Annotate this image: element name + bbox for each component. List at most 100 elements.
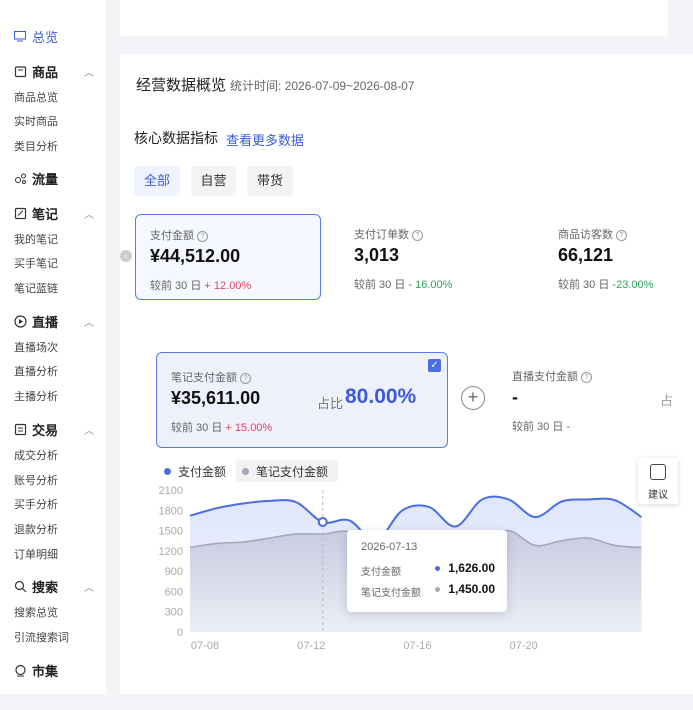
tooltip-row-note-pay: 笔记支付金额 1,450.00 bbox=[361, 582, 495, 599]
nav-overview-label: 总览 bbox=[32, 30, 59, 45]
tab-promotion[interactable]: 带货 bbox=[247, 166, 293, 196]
metric-label: 支付订单数? bbox=[354, 226, 423, 242]
x-tick-label: 07-08 bbox=[191, 640, 219, 652]
note-pay-label: 笔记支付金额? bbox=[171, 369, 251, 385]
y-tick-label: 2100 bbox=[159, 485, 183, 497]
ratio-value: 80.00% bbox=[345, 385, 417, 408]
stat-time: 统计时间: 2026-07-09~2026-08-07 bbox=[230, 77, 414, 94]
y-tick-label: 0 bbox=[177, 627, 183, 639]
live-pay-card[interactable]: 直播支付金额? - 较前 30 日 - 占 bbox=[498, 352, 693, 446]
note-pay-compare: 较前 30 日 + 15.00% bbox=[171, 422, 273, 434]
note-icon bbox=[14, 207, 27, 220]
nav-item-category-analysis[interactable]: 类目分析 bbox=[14, 138, 58, 154]
live-pay-label: 直播支付金额? bbox=[512, 368, 592, 384]
nav-item-product-overview[interactable]: 商品总览 bbox=[14, 89, 58, 105]
legend-pay-amount[interactable]: 支付金额 bbox=[158, 460, 236, 482]
metric-change: - 16.00% bbox=[408, 279, 453, 291]
y-tick-label: 900 bbox=[165, 566, 183, 578]
nav-item-live-sessions[interactable]: 直播场次 bbox=[14, 339, 58, 355]
legend-dot bbox=[164, 467, 171, 475]
trade-icon bbox=[14, 423, 27, 436]
x-tick-label: 07-12 bbox=[297, 640, 325, 652]
nav-item-realtime-product[interactable]: 实时商品 bbox=[14, 113, 58, 129]
metric-value: 66,121 bbox=[558, 245, 614, 265]
help-icon[interactable]: ? bbox=[412, 229, 423, 241]
nav-item-my-notes[interactable]: 我的笔记 bbox=[14, 231, 58, 247]
nav-item-host-analysis[interactable]: 主播分析 bbox=[14, 388, 58, 404]
product-icon bbox=[14, 66, 27, 78]
metric-change: -23.00% bbox=[612, 279, 654, 291]
more-data-link[interactable]: 查看更多数据 bbox=[226, 130, 304, 149]
tab-all[interactable]: 全部 bbox=[134, 166, 180, 196]
chart-tooltip: 2026-07-13 支付金额 1,626.00 笔记支付金额 1,450.00 bbox=[347, 530, 507, 612]
legend-note-pay-amount[interactable]: 笔记支付金额 bbox=[236, 460, 339, 482]
chevron-up-icon: ︿ bbox=[84, 68, 94, 79]
metric-value: ¥44,512.00 bbox=[150, 246, 241, 266]
nav-group-live-label: 直播 bbox=[32, 315, 59, 330]
metric-compare: 较前 30 日 -23.00% bbox=[558, 279, 654, 291]
tooltip-row-pay: 支付金额 1,626.00 bbox=[361, 561, 495, 578]
live-pay-compare: 较前 30 日 - bbox=[512, 421, 571, 433]
stat-time-range: 2026-07-09~2026-08-07 bbox=[284, 79, 415, 93]
nav-group-product[interactable]: 商品 ︿ bbox=[14, 62, 94, 81]
metric-label: 支付金额? bbox=[150, 227, 208, 243]
metric-change: + 12.00% bbox=[204, 280, 252, 292]
live-ratio-edge: 占 bbox=[660, 393, 674, 408]
metric-compare: 较前 30 日 - 16.00% bbox=[354, 279, 453, 291]
nav-item-live-analysis[interactable]: 直播分析 bbox=[14, 363, 58, 379]
metric-label: 商品访客数? bbox=[558, 226, 627, 242]
nav-item-buyer-notes[interactable]: 买手笔记 bbox=[14, 255, 58, 271]
chevron-up-icon: ︿ bbox=[84, 318, 94, 329]
add-metric-button[interactable]: + bbox=[461, 386, 485, 410]
metric-visitors[interactable]: 商品访客数? 66,121 较前 30 日 -23.00% bbox=[544, 214, 693, 298]
chevron-up-icon: ︿ bbox=[84, 210, 94, 221]
help-icon[interactable]: ? bbox=[197, 230, 208, 242]
help-icon[interactable]: ? bbox=[240, 372, 251, 384]
nav-group-trade-label: 交易 bbox=[32, 423, 59, 438]
checkbox-checked[interactable]: ✓ bbox=[428, 359, 441, 372]
legend-dot bbox=[242, 467, 250, 475]
nav-group-note[interactable]: 笔记 ︿ bbox=[14, 204, 94, 223]
chart-legend: 支付金额 笔记支付金额 bbox=[158, 460, 339, 482]
ratio-label: 占比 bbox=[317, 396, 344, 411]
top-card bbox=[120, 0, 668, 36]
scroll-left-button[interactable]: ‹ bbox=[120, 250, 132, 262]
x-tick-label: 07-16 bbox=[403, 640, 431, 652]
y-tick-label: 1200 bbox=[159, 546, 183, 558]
tooltip-date: 2026-07-13 bbox=[361, 541, 418, 553]
help-icon[interactable]: ? bbox=[616, 229, 627, 241]
nav-item-note-bluelink[interactable]: 笔记蓝链 bbox=[14, 280, 58, 296]
metric-compare: 较前 30 日 + 12.00% bbox=[150, 280, 252, 292]
traffic-icon bbox=[15, 173, 26, 184]
nav-item-deal-analysis[interactable]: 成交分析 bbox=[14, 447, 58, 463]
core-metrics-title: 核心数据指标 bbox=[134, 130, 218, 146]
x-tick-label: 07-20 bbox=[510, 640, 538, 652]
nav-overview[interactable]: 总览 bbox=[14, 27, 58, 46]
nav-group-product-label: 商品 bbox=[32, 65, 59, 80]
chevron-up-icon: ︿ bbox=[84, 426, 94, 437]
page-title: 经营数据概览 bbox=[136, 77, 227, 94]
nav-group-trade[interactable]: 交易 ︿ bbox=[14, 420, 94, 439]
y-tick-label: 1800 bbox=[159, 505, 183, 517]
tooltip-value: 1,626.00 bbox=[448, 561, 495, 575]
tooltip-value: 1,450.00 bbox=[448, 582, 495, 596]
monitor-icon bbox=[14, 31, 26, 42]
note-pay-value: ¥35,611.00 bbox=[171, 388, 261, 408]
tooltip-dot bbox=[435, 587, 440, 592]
tab-self-operated[interactable]: 自营 bbox=[191, 166, 236, 196]
live-pay-value: - bbox=[512, 387, 518, 407]
nav-group-traffic[interactable]: 流量 bbox=[14, 169, 94, 188]
metric-value: 3,013 bbox=[354, 245, 400, 265]
help-icon[interactable]: ? bbox=[581, 371, 592, 383]
tooltip-dot bbox=[435, 566, 440, 571]
highlight-point bbox=[317, 517, 328, 528]
suggestion-icon bbox=[650, 464, 666, 480]
note-pay-card[interactable]: 笔记支付金额? ¥35,611.00 较前 30 日 + 15.00% 占比 8… bbox=[156, 352, 448, 448]
nav-group-live[interactable]: 直播 ︿ bbox=[14, 312, 94, 331]
nav-group-note-label: 笔记 bbox=[32, 207, 59, 222]
stat-time-label: 统计时间: bbox=[230, 79, 282, 93]
nav-group-traffic-label: 流量 bbox=[32, 172, 59, 187]
metric-order-count[interactable]: 支付订单数? 3,013 较前 30 日 - 16.00% bbox=[340, 214, 524, 298]
y-tick-label: 300 bbox=[165, 607, 183, 619]
metric-pay-amount[interactable]: 支付金额? ¥44,512.00 较前 30 日 + 12.00% bbox=[135, 214, 321, 300]
